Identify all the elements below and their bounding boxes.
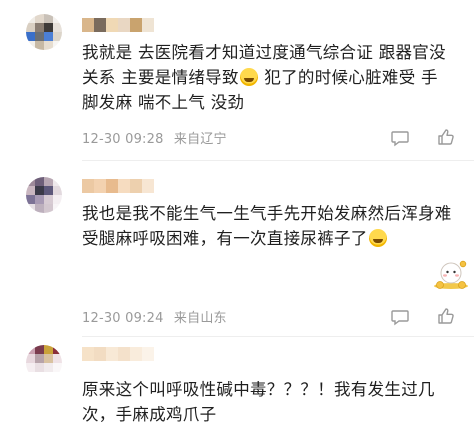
comment-location: 来自山东 (173, 311, 227, 326)
comment-text: 我也是我不能生气一生气手先开始发麻然后浑身难受腿麻呼吸困难，有一次直接尿裤子了 (82, 201, 452, 251)
thumbs-up-icon[interactable] (436, 127, 456, 147)
comment-text: 原来这个叫呼吸性碱中毒？？？！我有发生过几次，手麻成鸡爪子 (82, 377, 452, 427)
avatar[interactable] (26, 14, 62, 50)
comment-bubble-icon[interactable] (390, 307, 410, 327)
comment-bubble-icon[interactable] (390, 128, 410, 148)
comment-text: 我就是 去医院看才知道过度通气综合证 跟器官没关系 主要是情绪导致 犯了的时候心… (82, 40, 452, 115)
comment-time: 12-30 09:24 (82, 311, 164, 326)
comment-text-part: 原来这个叫呼吸性碱中毒？？？！我有发生过几次，手麻成鸡爪子 (82, 380, 435, 424)
username[interactable] (82, 179, 154, 193)
username[interactable] (82, 347, 154, 361)
comment-location: 来自辽宁 (173, 132, 227, 147)
crying-emoji (368, 229, 387, 247)
thumbs-up-icon[interactable] (436, 306, 456, 326)
cartoon-sticker (434, 260, 468, 289)
comment-time: 12-30 09:28 (82, 132, 164, 147)
comment-item: 我也是我不能生气一生气手先开始发麻然后浑身难受腿麻呼吸困难，有一次直接尿裤子了 … (0, 161, 474, 333)
avatar[interactable] (26, 177, 62, 213)
username[interactable] (82, 18, 154, 32)
comment-text-part: 我也是我不能生气一生气手先开始发麻然后浑身难受腿麻呼吸困难，有一次直接尿裤子了 (82, 204, 452, 248)
comment-meta: 12-30 09:28 来自辽宁 (82, 128, 227, 147)
comment-item: 原来这个叫呼吸性碱中毒？？？！我有发生过几次，手麻成鸡爪子 (0, 337, 474, 439)
avatar[interactable] (26, 345, 62, 381)
comment-meta: 12-30 09:24 来自山东 (82, 307, 227, 326)
comment-item: 我就是 去医院看才知道过度通气综合证 跟器官没关系 主要是情绪导致 犯了的时候心… (0, 0, 474, 158)
grinning-sweat-emoji (239, 68, 258, 86)
